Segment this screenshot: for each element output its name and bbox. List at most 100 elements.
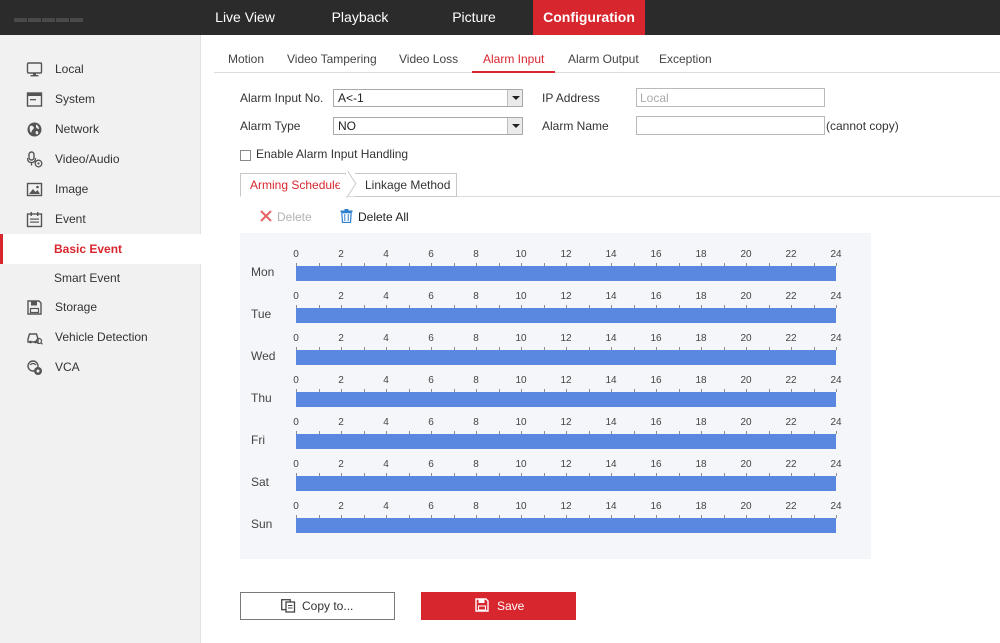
tab-linkage-method[interactable]: Linkage Method: [355, 173, 457, 197]
ip-address-input[interactable]: [636, 88, 825, 107]
hour-tick-label: 0: [293, 459, 299, 470]
hour-tick-label: 22: [785, 501, 797, 512]
monitor-icon: [26, 62, 43, 77]
hour-tick-label: 12: [560, 417, 572, 428]
hour-tick-label: 6: [428, 459, 434, 470]
hour-tick-label: 20: [740, 249, 752, 260]
sidebar-subitem-basic-event[interactable]: Basic Event: [0, 234, 201, 264]
tab-video-tampering[interactable]: Video Tampering: [287, 45, 377, 73]
sidebar-item-video-audio[interactable]: Video/Audio: [0, 144, 201, 174]
hour-tick-label: 10: [515, 459, 527, 470]
sidebar-item-image[interactable]: Image: [0, 174, 201, 204]
sidebar-item-system[interactable]: System: [0, 84, 201, 114]
delete-button[interactable]: Delete: [260, 208, 312, 226]
hour-tick-label: 14: [605, 249, 617, 260]
hour-tick-label: 0: [293, 375, 299, 386]
nav-configuration[interactable]: Configuration: [533, 0, 645, 35]
nav-playback[interactable]: Playback: [318, 0, 402, 35]
delete-all-button[interactable]: Delete All: [340, 208, 409, 226]
save-icon: [475, 598, 489, 612]
hour-tick-label: 14: [605, 375, 617, 386]
hour-tick-label: 16: [650, 291, 662, 302]
sidebar-subitem-label: Smart Event: [54, 271, 121, 285]
alarm-input-no-select[interactable]: A<-1: [333, 89, 523, 107]
close-icon: [260, 210, 272, 222]
hour-tick-label: 0: [293, 249, 299, 260]
day-label-wed: Wed: [251, 349, 276, 363]
sidebar-item-label: Vehicle Detection: [55, 330, 148, 344]
hour-tick-label: 2: [338, 375, 344, 386]
hour-tick-label: 14: [605, 291, 617, 302]
nav-live-view[interactable]: Live View: [203, 0, 287, 35]
schedule-bar-thu[interactable]: [296, 392, 836, 407]
image-icon: [26, 182, 43, 197]
hour-tick-label: 24: [830, 291, 842, 302]
chevron-down-icon: [507, 90, 522, 106]
schedule-bar-sun[interactable]: [296, 518, 836, 533]
save-button[interactable]: Save: [421, 592, 576, 620]
schedule-bar-tue[interactable]: [296, 308, 836, 323]
hour-tick-label: 10: [515, 333, 527, 344]
hour-tick-label: 6: [428, 333, 434, 344]
hour-tick-label: 12: [560, 291, 572, 302]
tab-alarm-input[interactable]: Alarm Input: [472, 45, 556, 73]
tab-video-loss[interactable]: Video Loss: [399, 45, 458, 73]
nav-picture[interactable]: Picture: [432, 0, 516, 35]
sidebar-item-local[interactable]: Local: [0, 54, 201, 84]
vehicle-icon: [27, 333, 43, 345]
hour-tick-label: 18: [695, 291, 707, 302]
sidebar-item-vehicle-detection[interactable]: Vehicle Detection: [0, 322, 201, 352]
enable-alarm-input-checkbox[interactable]: [240, 150, 251, 161]
sidebar-item-event[interactable]: Event: [0, 204, 201, 234]
hour-tick-label: 6: [428, 501, 434, 512]
sidebar-subitem-smart-event[interactable]: Smart Event: [0, 263, 201, 293]
day-label-fri: Fri: [251, 433, 265, 447]
hour-tick-label: 0: [293, 501, 299, 512]
alarm-type-select[interactable]: NO: [333, 117, 523, 135]
chevron-down-icon: [507, 118, 522, 134]
sidebar-item-network[interactable]: Network: [0, 114, 201, 144]
schedule-tab-divider: [240, 196, 1000, 197]
hour-tick-label: 4: [383, 333, 389, 344]
hour-tick-label: 2: [338, 291, 344, 302]
hour-tick-label: 16: [650, 375, 662, 386]
copy-to-button[interactable]: Copy to...: [240, 592, 395, 620]
alarm-name-input[interactable]: [636, 116, 825, 135]
hour-tick-label: 12: [560, 375, 572, 386]
hour-tick-label: 8: [473, 291, 479, 302]
globe-icon: [27, 122, 42, 137]
tab-motion[interactable]: Motion: [228, 45, 264, 73]
sidebar-item-label: Local: [55, 62, 84, 76]
schedule-bar-fri[interactable]: [296, 434, 836, 449]
calendar-icon: [26, 212, 43, 228]
copy-icon: [281, 599, 296, 613]
sidebar-item-vca[interactable]: VCA: [0, 352, 201, 382]
day-label-sat: Sat: [251, 475, 270, 489]
hour-tick-label: 16: [650, 417, 662, 428]
schedule-bar-wed[interactable]: [296, 350, 836, 365]
hour-tick-label: 4: [383, 249, 389, 260]
hour-tick-label: 10: [515, 417, 527, 428]
hour-tick-label: 20: [740, 417, 752, 428]
hour-tick-label: 14: [605, 417, 617, 428]
hour-tick-label: 18: [695, 375, 707, 386]
hour-tick-label: 4: [383, 291, 389, 302]
hour-tick-label: 22: [785, 375, 797, 386]
schedule-bar-sat[interactable]: [296, 476, 836, 491]
sidebar-item-storage[interactable]: Storage: [0, 292, 201, 322]
microphone-icon: [26, 151, 43, 168]
hour-tick-label: 14: [605, 459, 617, 470]
hour-tick-label: 0: [293, 417, 299, 428]
event-type-tabs: Motion Video Tampering Video Loss Alarm …: [214, 45, 1000, 73]
tab-exception[interactable]: Exception: [659, 45, 712, 73]
hour-tick-label: 4: [383, 417, 389, 428]
tab-alarm-output[interactable]: Alarm Output: [568, 45, 639, 73]
brand-logo: ▬▬▬▬▬: [14, 10, 84, 25]
sidebar-item-label: Event: [55, 212, 86, 226]
tab-arming-schedule[interactable]: Arming Schedule: [240, 173, 346, 197]
enable-alarm-input-label: Enable Alarm Input Handling: [256, 147, 409, 161]
hour-tick-label: 8: [473, 375, 479, 386]
hour-tick-label: 2: [338, 333, 344, 344]
hour-tick-label: 10: [515, 501, 527, 512]
schedule-bar-mon[interactable]: [296, 266, 836, 281]
